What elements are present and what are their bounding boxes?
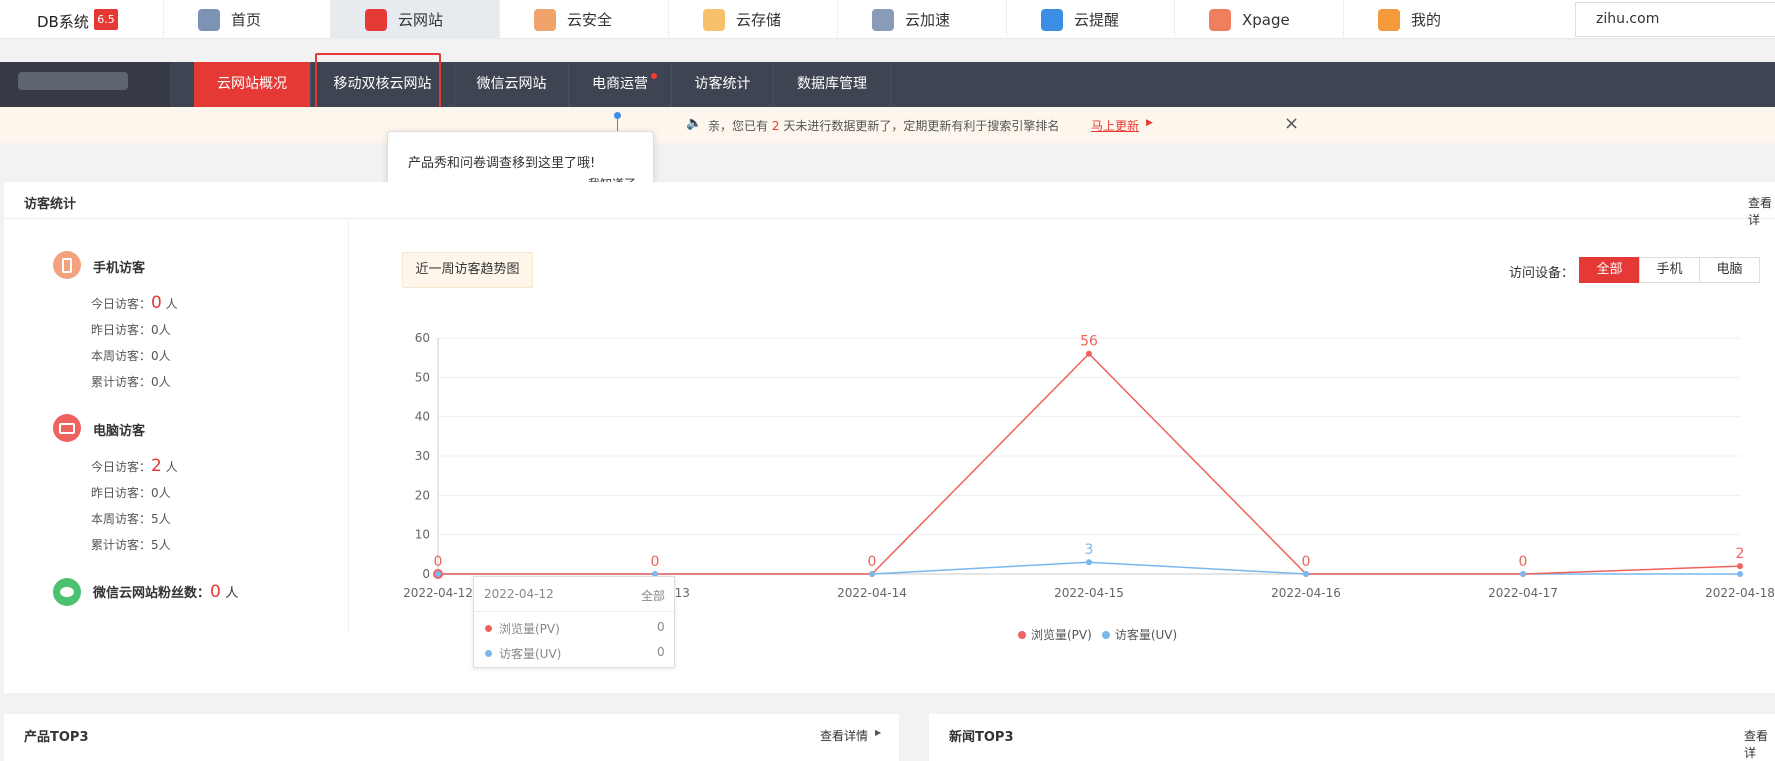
uv-data-label: 3 — [1085, 542, 1094, 558]
y-tick-label: 50 — [415, 370, 430, 384]
x-tick-label: 2022-04-17 — [1488, 586, 1558, 600]
pv-point — [1737, 563, 1743, 570]
x-tick-label: 2022-04-12 — [403, 586, 473, 600]
y-tick-label: 20 — [415, 488, 430, 502]
legend-pv-label[interactable]: 浏览量(PV) — [1031, 626, 1092, 643]
news-top3-title: 新闻TOP3 — [949, 730, 1014, 745]
hover-pv-label: 浏览量(PV) — [499, 622, 560, 636]
uv-point — [1303, 571, 1309, 577]
x-tick-label: 2022-04-18 — [1705, 586, 1775, 600]
uv-point — [1737, 571, 1743, 577]
hover-date: 2022-04-12 — [484, 587, 554, 601]
legend-pv-marker — [1018, 630, 1026, 639]
pv-data-label: 0 — [434, 554, 443, 570]
products-top3-title: 产品TOP3 — [24, 730, 89, 745]
pv-data-label: 0 — [868, 554, 877, 570]
y-tick-label: 40 — [415, 410, 430, 424]
pv-point — [1086, 350, 1092, 357]
news-more-link[interactable]: 查看详 — [1744, 727, 1775, 761]
y-tick-label: 10 — [415, 528, 430, 542]
hover-uv-value: 0 — [657, 645, 665, 659]
legend-uv-marker — [1101, 630, 1110, 639]
y-tick-label: 60 — [415, 331, 430, 345]
x-tick-label: 2022-04-16 — [1271, 586, 1341, 600]
caret-right-icon: ▶ — [875, 728, 882, 737]
uv-dot-icon — [485, 650, 492, 657]
products-top3-panel: 产品TOP3 查看详情 ▶ — [4, 714, 899, 761]
uv-point — [1086, 559, 1092, 566]
news-top3-panel: 新闻TOP3 查看详 — [929, 714, 1775, 761]
chart-hover-tooltip: 2022-04-12 全部 浏览量(PV) 0 访客量(UV) 0 — [473, 576, 675, 668]
hover-uv-label: 访客量(UV) — [499, 647, 562, 661]
pv-data-label: 0 — [651, 554, 660, 570]
chart-legend: 浏览量(PV) 访客量(UV) — [1018, 626, 1177, 643]
legend-uv-label[interactable]: 访客量(UV) — [1115, 626, 1177, 643]
products-more-link[interactable]: 查看详情 — [820, 727, 868, 744]
y-tick-label: 0 — [422, 567, 430, 581]
visitor-trend-chart: 01020304050602022-04-122022-04-132022-04… — [403, 331, 1775, 600]
uv-point — [435, 571, 441, 577]
uv-point — [1520, 571, 1526, 577]
pv-dot-icon — [485, 625, 492, 632]
pv-data-label: 56 — [1080, 334, 1098, 350]
pv-data-label: 0 — [1302, 554, 1311, 570]
hover-pv-value: 0 — [657, 620, 665, 634]
x-tick-label: 2022-04-14 — [837, 586, 907, 600]
hover-scope: 全部 — [641, 589, 666, 603]
x-tick-label: 2022-04-15 — [1054, 586, 1124, 600]
uv-point — [869, 571, 875, 577]
y-tick-label: 30 — [415, 449, 430, 463]
pv-data-label: 2 — [1736, 546, 1745, 562]
pv-series-line — [438, 352, 1741, 575]
pv-data-label: 0 — [1519, 554, 1528, 570]
